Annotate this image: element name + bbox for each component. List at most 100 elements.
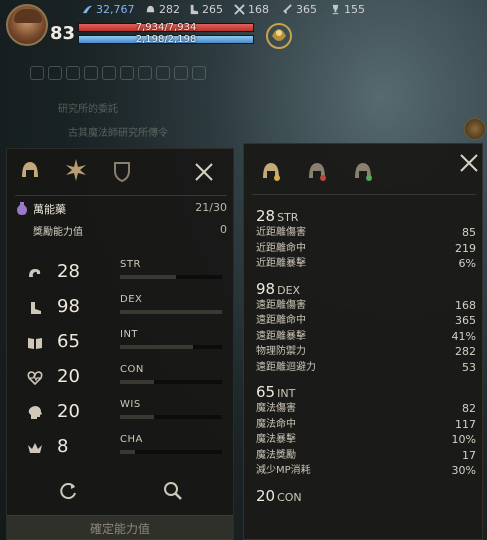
stat-detail-label: 減少MP消耗 (256, 465, 311, 476)
stat-detail-row: 魔法傷害 82 (256, 401, 476, 417)
wing-icon (82, 5, 93, 14)
stat-name: CON (120, 364, 144, 375)
stat-detail-value: 85 (462, 226, 476, 239)
stat-detail-label: 遠距離迴避力 (256, 361, 316, 373)
stat-row-con[interactable]: 20 CON (17, 364, 229, 394)
stat-detail-label: 魔法獎勵 (256, 449, 296, 461)
stat-allocation-panel: 萬能藥 21/30 獎勵能力值 0 28 STR 98 DEX 65 INT 2… (6, 148, 234, 540)
stat-row-dex[interactable]: 98 DEX (17, 294, 229, 324)
stat-detail-value: 53 (462, 360, 476, 374)
stat-detail-label: 近距離暴擊 (256, 258, 306, 269)
buff-icon (174, 66, 188, 80)
close-icon[interactable] (193, 161, 215, 183)
stat-detail-value: 168 (455, 298, 476, 312)
stat-group-value: 65 (256, 383, 276, 401)
resource-trophy: 155 (330, 3, 365, 16)
clan-emblem-icon[interactable] (262, 18, 296, 52)
stat-group-value: 98 (256, 279, 276, 298)
stat-detail-row: 近距離暴擊 6% (256, 256, 476, 272)
buff-icon (84, 66, 98, 80)
tab-helmet-icon[interactable] (17, 157, 43, 183)
head-icon (28, 406, 42, 419)
reset-icon[interactable] (59, 481, 79, 501)
resource-wing: 32,767 (82, 3, 135, 16)
stat-detail-row: 物理防禦力 282 (256, 344, 476, 360)
stat-row-str[interactable]: 28 STR (17, 259, 229, 289)
stat-group-abbr: CON (277, 490, 302, 504)
mp-text: 2,198/2,198 (135, 34, 197, 45)
stat-detail-value: 117 (455, 417, 476, 431)
stat-group-heading: 98 DEX (256, 280, 476, 298)
tab-helmet-gold-icon[interactable] (258, 158, 284, 184)
crown-icon (28, 443, 42, 453)
stat-detail-label: 魔法傷害 (256, 403, 296, 414)
bonus-stat-row: 獎勵能力值 0 (17, 223, 227, 239)
helmet-icon (146, 5, 155, 13)
stat-details-panel: 28 STR 近距離傷害 85 近距離命中 219 近距離暴擊 6% 98 DEX 遠距離傷害 168… (243, 143, 483, 540)
stat-detail-row: 遠距離迴避力 53 (256, 360, 476, 376)
stat-name: STR (120, 259, 141, 270)
stat-bar (120, 345, 222, 349)
stat-bar (120, 415, 222, 419)
stat-bar (120, 380, 222, 384)
potion-count: 21/30 (195, 201, 227, 214)
stat-value: 98 (57, 296, 80, 317)
resource-helmet: 282 (145, 3, 180, 16)
stat-detail-row: 遠距離傷害 168 (256, 298, 476, 314)
stat-detail-value: 6% (458, 257, 476, 270)
tab-shield-icon[interactable] (109, 157, 135, 183)
stat-value: 65 (57, 331, 80, 352)
tab-helmet-green-icon[interactable] (350, 158, 376, 184)
stat-row-cha[interactable]: 8 CHA (17, 434, 229, 464)
stat-row-wis[interactable]: 20 WIS (17, 399, 229, 429)
stat-detail-row: 減少MP消耗 30% (256, 463, 476, 479)
stat-detail-row: 魔法命中 117 (256, 417, 476, 433)
stat-name: DEX (120, 294, 143, 305)
buff-icon (192, 66, 206, 80)
stat-detail-value: 30% (451, 464, 476, 477)
stat-detail-value: 17 (462, 448, 476, 462)
buff-icon (138, 66, 152, 80)
stat-bar (120, 310, 222, 314)
tab-star-icon[interactable] (63, 157, 89, 183)
divider (15, 195, 227, 196)
avatar[interactable] (6, 4, 48, 46)
buff-icon (66, 66, 80, 80)
menu-orb-button[interactable] (464, 118, 486, 140)
stat-group-abbr: DEX (277, 283, 301, 297)
stat-detail-row: 近距離命中 219 (256, 241, 476, 257)
stat-detail-value: 10% (451, 433, 476, 446)
resource-crossed-swords: 168 (234, 3, 269, 16)
stat-value: 8 (57, 436, 69, 457)
stat-name: CHA (120, 434, 143, 445)
close-icon[interactable] (458, 152, 480, 174)
stat-detail-row: 魔法暴擊 10% (256, 432, 476, 448)
bonus-stat-label: 獎勵能力值 (33, 227, 83, 238)
bonus-stat-value: 0 (220, 223, 227, 236)
stat-detail-label: 遠距離暴擊 (256, 330, 306, 342)
hp-bar: 7,934/7,934 (78, 22, 254, 33)
magnifier-icon[interactable] (163, 481, 183, 501)
stat-detail-row: 近距離傷害 85 (256, 225, 476, 241)
background-quest-text: 研究所的委託 (58, 104, 118, 115)
stat-group-heading: 65 INT (256, 383, 476, 401)
stat-detail-value: 219 (455, 241, 476, 255)
stat-detail-label: 遠距離傷害 (256, 299, 306, 311)
stat-group-value: 28 (256, 207, 276, 225)
book-icon (28, 338, 42, 349)
stat-detail-value: 41% (451, 329, 476, 343)
stat-row-int[interactable]: 65 INT (17, 329, 229, 359)
mp-bar: 2,198/2,198 (78, 34, 254, 45)
stat-detail-label: 遠距離命中 (256, 315, 306, 326)
tab-helmet-red-icon[interactable] (304, 158, 330, 184)
stat-value: 20 (57, 401, 80, 422)
crossed-swords-icon (234, 4, 245, 15)
stat-detail-label: 近距離傷害 (256, 227, 306, 238)
character-level: 83 (50, 23, 76, 44)
potion-icon (17, 202, 27, 215)
right-panel-tabs (244, 158, 482, 188)
stat-bar (120, 275, 222, 279)
stat-bar (120, 450, 222, 454)
boot-icon (190, 4, 199, 15)
confirm-stats-button[interactable]: 確定能力值 (7, 515, 233, 540)
